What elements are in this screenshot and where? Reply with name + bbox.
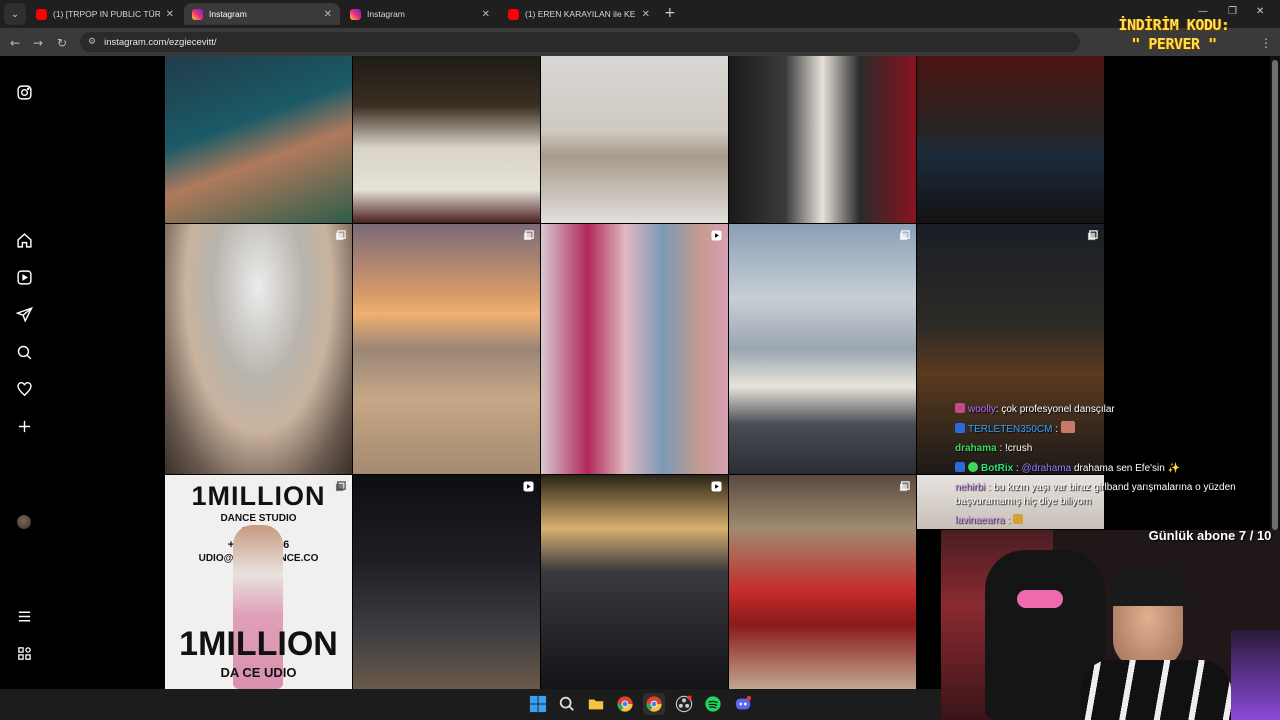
create-icon[interactable] xyxy=(14,416,34,436)
chair-logo xyxy=(1017,590,1063,608)
post-text: 1MILLION xyxy=(179,625,338,663)
discord-icon[interactable] xyxy=(732,693,754,715)
browser-tab-active[interactable]: Instagram ✕ xyxy=(184,3,340,25)
webcam-overlay xyxy=(941,530,1280,720)
search-icon[interactable] xyxy=(14,342,34,362)
verified-badge-icon xyxy=(968,461,978,472)
chrome-icon[interactable] xyxy=(614,693,636,715)
purple-light xyxy=(1231,630,1280,720)
chat-message: woolly: çok profesyonel dansçılar xyxy=(955,400,1270,420)
youtube-icon xyxy=(508,8,519,20)
home-icon[interactable] xyxy=(14,230,34,250)
post-text: DANCE STUDIO xyxy=(220,513,297,524)
carousel-icon xyxy=(1087,230,1098,241)
streamer-shirt xyxy=(1081,660,1231,720)
chrome-icon[interactable] xyxy=(643,693,665,715)
carousel-icon xyxy=(899,481,910,492)
back-button[interactable]: ← xyxy=(10,36,20,50)
reel-icon xyxy=(711,481,722,492)
post-thumbnail[interactable] xyxy=(729,224,916,474)
post-thumbnail[interactable] xyxy=(165,224,352,474)
send-icon[interactable] xyxy=(14,304,34,324)
post-thumbnail[interactable] xyxy=(353,475,540,689)
reel-icon xyxy=(711,230,722,241)
browser-tab[interactable]: Instagram ✕ xyxy=(342,3,498,25)
post-text: 1MILLION xyxy=(191,481,326,511)
carousel-icon xyxy=(335,230,346,241)
browser-menu-icon[interactable]: ⋮ xyxy=(1260,36,1272,50)
close-tab-icon[interactable]: ✕ xyxy=(642,9,650,20)
browser-tab[interactable]: (1) [TRPOP IN PUBLIC TÜRKİYE] ✕ xyxy=(28,3,182,25)
browser-tab[interactable]: (1) EREN KARAYILAN ile KEŞFET ✕ xyxy=(500,3,658,25)
close-tab-icon[interactable]: ✕ xyxy=(166,9,174,20)
post-thumbnail[interactable] xyxy=(729,56,916,223)
post-thumbnail[interactable]: 1MILLION DANCE STUDIO SEOUL +82 12 6756 … xyxy=(165,475,352,689)
post-thumbnail[interactable] xyxy=(541,475,728,689)
profile-avatar[interactable] xyxy=(17,515,31,529)
instagram-icon xyxy=(192,8,203,20)
scrollbar-thumb[interactable] xyxy=(1272,60,1278,530)
close-tab-icon[interactable]: ✕ xyxy=(324,9,332,20)
post-thumbnail[interactable] xyxy=(917,56,1104,223)
windows-taskbar xyxy=(0,689,941,720)
post-thumbnail[interactable] xyxy=(353,224,540,474)
close-window-button[interactable]: ✕ xyxy=(1256,6,1264,17)
post-thumbnail[interactable] xyxy=(165,56,352,223)
post-thumbnail[interactable] xyxy=(541,56,728,223)
bot-badge-icon xyxy=(955,461,965,472)
new-tab-button[interactable]: + xyxy=(664,5,676,21)
close-tab-icon[interactable]: ✕ xyxy=(482,9,490,20)
reload-button[interactable]: ↻ xyxy=(57,36,67,50)
post-thumbnail[interactable] xyxy=(353,56,540,223)
windows-start-icon[interactable] xyxy=(527,693,549,715)
chat-message: drahama : !crush xyxy=(955,443,1033,454)
subscriber-goal: Günlük abone 7 / 10 xyxy=(1148,528,1272,543)
heart-icon[interactable] xyxy=(14,379,34,399)
post-text: DA CE UDIO xyxy=(220,665,297,680)
chat-message: nehirbi : bu kızın yaşı var biraz girlba… xyxy=(955,482,1236,507)
carousel-icon xyxy=(899,230,910,241)
stream-chat-overlay: woolly: çok profesyonel dansçılar TERLET… xyxy=(955,400,1270,531)
more-icon[interactable] xyxy=(14,643,34,663)
instagram-logo-icon[interactable] xyxy=(14,82,34,102)
chat-badge-icon xyxy=(955,403,965,413)
reel-icon xyxy=(523,481,534,492)
emote-icon xyxy=(1060,420,1075,433)
menu-icon[interactable] xyxy=(14,606,34,626)
chat-badge-icon xyxy=(955,422,965,433)
emote-icon xyxy=(1012,514,1023,524)
site-info-icon[interactable]: ⚙ xyxy=(88,37,96,47)
search-icon[interactable] xyxy=(556,693,578,715)
youtube-icon xyxy=(36,8,47,20)
carousel-icon xyxy=(335,481,346,492)
promo-code-overlay: İNDİRİM KODU: " PERVER " xyxy=(1118,16,1230,53)
url-bar[interactable]: ⚙ instagram.com/ezgiecevitt/ xyxy=(80,32,1080,52)
file-explorer-icon[interactable] xyxy=(585,693,607,715)
obs-icon[interactable] xyxy=(673,693,695,715)
instagram-icon xyxy=(350,8,361,20)
headset-icon xyxy=(1107,566,1189,606)
post-thumbnail[interactable] xyxy=(729,475,916,689)
chat-message: BotRix : @drahama drahama sen Efe'sin ✨ xyxy=(955,459,1270,479)
reels-icon[interactable] xyxy=(14,267,34,287)
spotify-icon[interactable] xyxy=(702,693,724,715)
carousel-icon xyxy=(523,230,534,241)
instagram-sidebar xyxy=(0,56,48,689)
chat-message: TERLETEN350CM : xyxy=(955,420,1270,440)
tab-search-button[interactable]: ⌄ xyxy=(4,3,26,25)
forward-button[interactable]: → xyxy=(33,36,43,50)
post-thumbnail[interactable] xyxy=(541,224,728,474)
